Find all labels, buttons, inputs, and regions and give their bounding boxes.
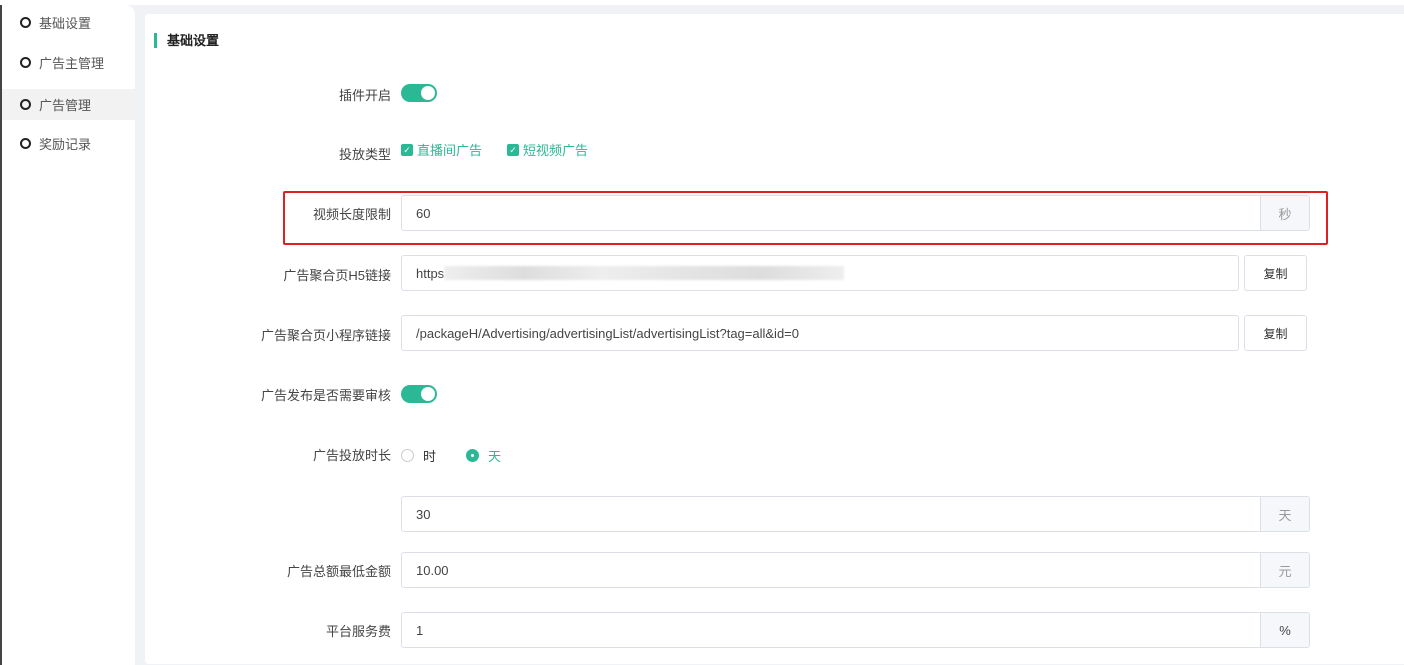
short-video-ad-checkbox[interactable]: ✓ 短视频广告 [507,140,588,159]
sidebar-item-label: 广告管理 [39,98,92,113]
mini-link-label: 广告聚合页小程序链接 [260,328,391,343]
video-limit-input[interactable]: 60 秒 [401,195,1310,231]
input-value: /packageH/Advertising/advertisingList/ad… [416,325,799,341]
copy-mini-button[interactable]: 复制 [1244,315,1307,351]
duration-day-radio[interactable]: 天 [466,446,501,465]
input-value: https [416,265,445,281]
checkbox-label: 直播间广告 [417,143,483,158]
circle-icon [20,57,31,68]
input-value: 30 [416,506,431,522]
min-amount-input[interactable]: 10.00 元 [401,552,1310,588]
unit-addon: 元 [1260,553,1309,587]
duration-hour-radio[interactable]: 时 [401,446,436,465]
duration-input[interactable]: 30 天 [401,496,1310,532]
input-value: 1 [416,622,424,638]
duration-label: 广告投放时长 [312,448,391,463]
copy-h5-button[interactable]: 复制 [1244,255,1307,291]
input-value: 10.00 [416,562,449,578]
radio-selected-icon [466,449,479,462]
sidebar-item-label: 基础设置 [39,16,92,31]
h5-link-label: 广告聚合页H5链接 [283,268,391,283]
review-label: 广告发布是否需要审核 [260,388,391,403]
unit-addon: 秒 [1260,196,1309,230]
delivery-type-label: 投放类型 [338,147,391,162]
plugin-enabled-toggle[interactable] [401,84,437,102]
unit-addon: % [1260,613,1309,647]
mini-link-input[interactable]: /packageH/Advertising/advertisingList/ad… [401,315,1239,351]
check-icon: ✓ [507,143,519,156]
section-title: 基础设置 [154,33,219,48]
service-fee-input[interactable]: 1% [401,612,1310,648]
input-value: 60 [416,205,431,221]
sidebar-item-ad-management[interactable]: 广告管理 [2,89,137,120]
sidebar: 基础设置 广告主管理 广告管理 奖励记录 [0,5,137,665]
plugin-enabled-label: 插件开启 [338,88,391,103]
checkbox-label: 短视频广告 [523,143,589,158]
video-limit-label: 视频长度限制 [312,207,391,222]
sidebar-item-label: 奖励记录 [39,137,92,152]
service-fee-label: 平台服务费 [325,624,391,639]
unit-addon: 天 [1260,497,1309,531]
live-ad-checkbox[interactable]: ✓ 直播间广告 [401,140,482,159]
circle-icon [20,17,31,28]
redacted-blur [444,266,845,280]
sidebar-item-advertiser-management[interactable]: 广告主管理 [2,47,137,78]
sidebar-item-basic-settings[interactable]: 基础设置 [2,7,137,38]
circle-icon [20,138,31,149]
circle-icon [20,99,31,110]
h5-link-input[interactable]: https [401,255,1239,291]
radio-icon [401,449,414,462]
sidebar-item-reward-records[interactable]: 奖励记录 [2,128,137,159]
radio-label: 天 [488,449,502,464]
min-amount-label: 广告总额最低金额 [286,564,391,579]
sidebar-item-label: 广告主管理 [39,56,105,71]
review-toggle[interactable] [401,385,437,403]
check-icon: ✓ [401,143,413,156]
radio-label: 时 [423,449,437,464]
